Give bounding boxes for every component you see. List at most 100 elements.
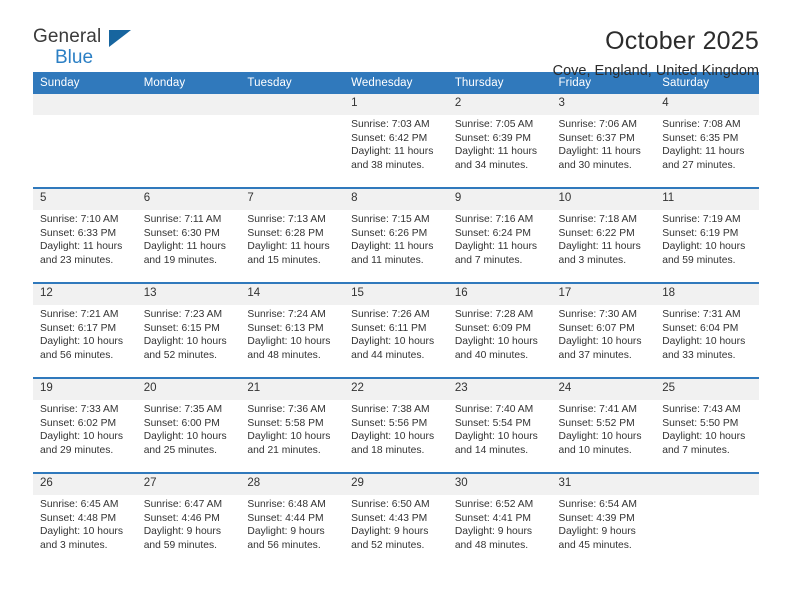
day-cell[interactable]: Sunrise: 7:03 AM Sunset: 6:42 PM Daylight:… — [344, 115, 448, 188]
day-number[interactable]: 28 — [240, 472, 345, 495]
day-number[interactable]: 14 — [240, 282, 345, 305]
day-cell[interactable]: Sunrise: 7:43 AM Sunset: 5:50 PM Daylight:… — [655, 400, 759, 473]
day-cell[interactable]: Sunrise: 6:47 AM Sunset: 4:46 PM Daylight:… — [136, 495, 241, 567]
sunset-text: Sunset: 6:39 PM — [454, 132, 531, 144]
sunrise-text: Sunrise: 7:11 AM — [143, 214, 222, 225]
sunrise-text: Sunrise: 7:13 AM — [247, 214, 326, 225]
day-number[interactable]: 22 — [344, 377, 448, 400]
day-number[interactable]: 11 — [655, 187, 759, 210]
day-number[interactable]: 20 — [136, 377, 241, 400]
sunset-text: Sunset: 6:35 PM — [662, 132, 739, 144]
sunrise-text: Sunrise: 6:50 AM — [351, 499, 430, 510]
day-cell[interactable]: Sunrise: 7:33 AM Sunset: 6:02 PM Daylight:… — [33, 400, 137, 473]
day-number[interactable]: 24 — [551, 377, 656, 400]
daylight-text: Daylight: 10 hours and 52 minutes. — [143, 336, 227, 361]
day-cell[interactable]: Sunrise: 7:28 AM Sunset: 6:09 PM Daylight:… — [447, 305, 552, 378]
day-number[interactable]: 7 — [240, 187, 345, 210]
day-cell[interactable]: Sunrise: 7:30 AM Sunset: 6:07 PM Daylight:… — [551, 305, 656, 378]
page-header: General Blue October 2025 Cove, England,… — [33, 0, 759, 80]
sunrise-text: Sunrise: 7:06 AM — [558, 119, 637, 130]
day-number[interactable]: 4 — [655, 94, 759, 115]
day-number[interactable]: 15 — [344, 282, 448, 305]
day-number[interactable]: 18 — [655, 282, 759, 305]
day-number[interactable]: 29 — [344, 472, 448, 495]
daylight-text: Daylight: 10 hours and 7 minutes. — [662, 431, 746, 456]
day-cell[interactable]: Sunrise: 7:10 AM Sunset: 6:33 PM Daylight:… — [33, 210, 137, 283]
daylight-text: Daylight: 10 hours and 59 minutes. — [662, 241, 746, 266]
day-cell[interactable]: Sunrise: 7:26 AM Sunset: 6:11 PM Daylight:… — [344, 305, 448, 378]
sunrise-text: Sunrise: 7:40 AM — [454, 404, 534, 415]
sunset-text: Sunset: 6:33 PM — [40, 227, 117, 239]
day-cell[interactable]: Sunrise: 6:50 AM Sunset: 4:43 PM Daylight:… — [344, 495, 448, 567]
day-cell[interactable]: Sunrise: 7:24 AM Sunset: 6:13 PM Daylight:… — [240, 305, 345, 378]
day-cell[interactable]: Sunrise: 7:38 AM Sunset: 5:56 PM Daylight:… — [344, 400, 448, 473]
sunrise-text: Sunrise: 7:43 AM — [662, 404, 741, 415]
day-cell[interactable]: Sunrise: 7:19 AM Sunset: 6:19 PM Daylight:… — [655, 210, 759, 283]
day-number[interactable]: 26 — [33, 472, 137, 495]
sunrise-text: Sunrise: 6:54 AM — [558, 499, 637, 510]
daylight-text: Daylight: 10 hours and 44 minutes. — [351, 336, 435, 361]
day-number[interactable]: 2 — [447, 94, 552, 115]
title-block: October 2025 Cove, England, United Kingd… — [553, 27, 759, 81]
day-cell[interactable]: Sunrise: 7:21 AM Sunset: 6:17 PM Daylight:… — [33, 305, 137, 378]
day-number[interactable]: 12 — [33, 282, 137, 305]
daylight-text: Daylight: 9 hours and 45 minutes. — [558, 526, 636, 551]
day-cell[interactable]: Sunrise: 7:08 AM Sunset: 6:35 PM Daylight:… — [655, 115, 759, 188]
generalblue-logo[interactable]: General Blue — [33, 27, 153, 73]
sunrise-text: Sunrise: 7:28 AM — [454, 309, 534, 320]
day-number[interactable]: 27 — [136, 472, 241, 495]
sunrise-text: Sunrise: 7:24 AM — [247, 309, 326, 320]
daylight-text: Daylight: 11 hours and 3 minutes. — [558, 241, 641, 266]
day-number[interactable]: 9 — [447, 187, 552, 210]
day-number[interactable]: 8 — [344, 187, 448, 210]
day-cell[interactable]: Sunrise: 6:48 AM Sunset: 4:44 PM Daylight:… — [240, 495, 345, 567]
day-cell[interactable]: Sunrise: 7:15 AM Sunset: 6:26 PM Daylight:… — [344, 210, 448, 283]
daylight-text: Daylight: 10 hours and 21 minutes. — [247, 431, 331, 456]
day-number[interactable]: 30 — [447, 472, 552, 495]
day-cell[interactable]: Sunrise: 6:52 AM Sunset: 4:41 PM Daylight:… — [447, 495, 552, 567]
day-number[interactable]: 19 — [33, 377, 137, 400]
weekday-header-monday: Monday — [136, 72, 241, 94]
day-number-empty — [655, 472, 759, 495]
day-cell[interactable]: Sunrise: 7:16 AM Sunset: 6:24 PM Daylight:… — [447, 210, 552, 283]
daylight-text: Daylight: 11 hours and 7 minutes. — [454, 241, 538, 266]
day-cell[interactable]: Sunrise: 7:23 AM Sunset: 6:15 PM Daylight:… — [136, 305, 241, 378]
day-cell[interactable]: Sunrise: 6:54 AM Sunset: 4:39 PM Daylight:… — [551, 495, 656, 567]
day-cell[interactable]: Sunrise: 7:13 AM Sunset: 6:28 PM Daylight:… — [240, 210, 345, 283]
day-number[interactable]: 5 — [33, 187, 137, 210]
week-daynumber-row: 19 20 21 22 23 24 25 — [33, 377, 759, 400]
sunrise-text: Sunrise: 7:03 AM — [351, 119, 430, 130]
day-number[interactable]: 21 — [240, 377, 345, 400]
day-number[interactable]: 16 — [447, 282, 552, 305]
day-cell[interactable]: Sunrise: 6:45 AM Sunset: 4:48 PM Daylight:… — [33, 495, 137, 567]
day-number[interactable]: 23 — [447, 377, 552, 400]
day-number[interactable]: 6 — [136, 187, 241, 210]
day-number[interactable]: 31 — [551, 472, 656, 495]
day-cell[interactable]: Sunrise: 7:06 AM Sunset: 6:37 PM Daylight:… — [551, 115, 656, 188]
day-number[interactable]: 10 — [551, 187, 656, 210]
week-detail-row: Sunrise: 7:21 AM Sunset: 6:17 PM Daylight:… — [33, 305, 759, 378]
day-cell[interactable]: Sunrise: 7:36 AM Sunset: 5:58 PM Daylight:… — [240, 400, 345, 473]
day-cell[interactable]: Sunrise: 7:40 AM Sunset: 5:54 PM Daylight:… — [447, 400, 552, 473]
daylight-text: Daylight: 9 hours and 56 minutes. — [247, 526, 325, 551]
day-cell[interactable]: Sunrise: 7:41 AM Sunset: 5:52 PM Daylight:… — [551, 400, 656, 473]
sunset-text: Sunset: 5:58 PM — [247, 417, 324, 429]
day-number[interactable]: 25 — [655, 377, 759, 400]
calendar-body: 1 2 3 4 Sunrise: 7:03 AM Sunset: 6:42 PM Dayli… — [33, 94, 759, 567]
daylight-text: Daylight: 11 hours and 11 minutes. — [351, 241, 434, 266]
day-number[interactable]: 17 — [551, 282, 656, 305]
sunset-text: Sunset: 6:09 PM — [454, 322, 531, 334]
day-cell[interactable]: Sunrise: 7:35 AM Sunset: 6:00 PM Daylight:… — [136, 400, 241, 473]
day-cell[interactable]: Sunrise: 7:18 AM Sunset: 6:22 PM Daylight:… — [551, 210, 656, 283]
week-detail-row: Sunrise: 7:33 AM Sunset: 6:02 PM Daylight:… — [33, 400, 759, 473]
day-number[interactable]: 13 — [136, 282, 241, 305]
day-cell[interactable]: Sunrise: 7:11 AM Sunset: 6:30 PM Daylight:… — [136, 210, 241, 283]
daylight-text: Daylight: 9 hours and 59 minutes. — [143, 526, 221, 551]
sunset-text: Sunset: 6:00 PM — [143, 417, 220, 429]
day-number[interactable]: 3 — [551, 94, 656, 115]
day-cell[interactable]: Sunrise: 7:05 AM Sunset: 6:39 PM Daylight:… — [447, 115, 552, 188]
day-cell[interactable]: Sunrise: 7:31 AM Sunset: 6:04 PM Daylight:… — [655, 305, 759, 378]
day-number[interactable]: 1 — [344, 94, 448, 115]
sunrise-text: Sunrise: 6:48 AM — [247, 499, 326, 510]
week-detail-row: Sunrise: 7:10 AM Sunset: 6:33 PM Daylight:… — [33, 210, 759, 283]
